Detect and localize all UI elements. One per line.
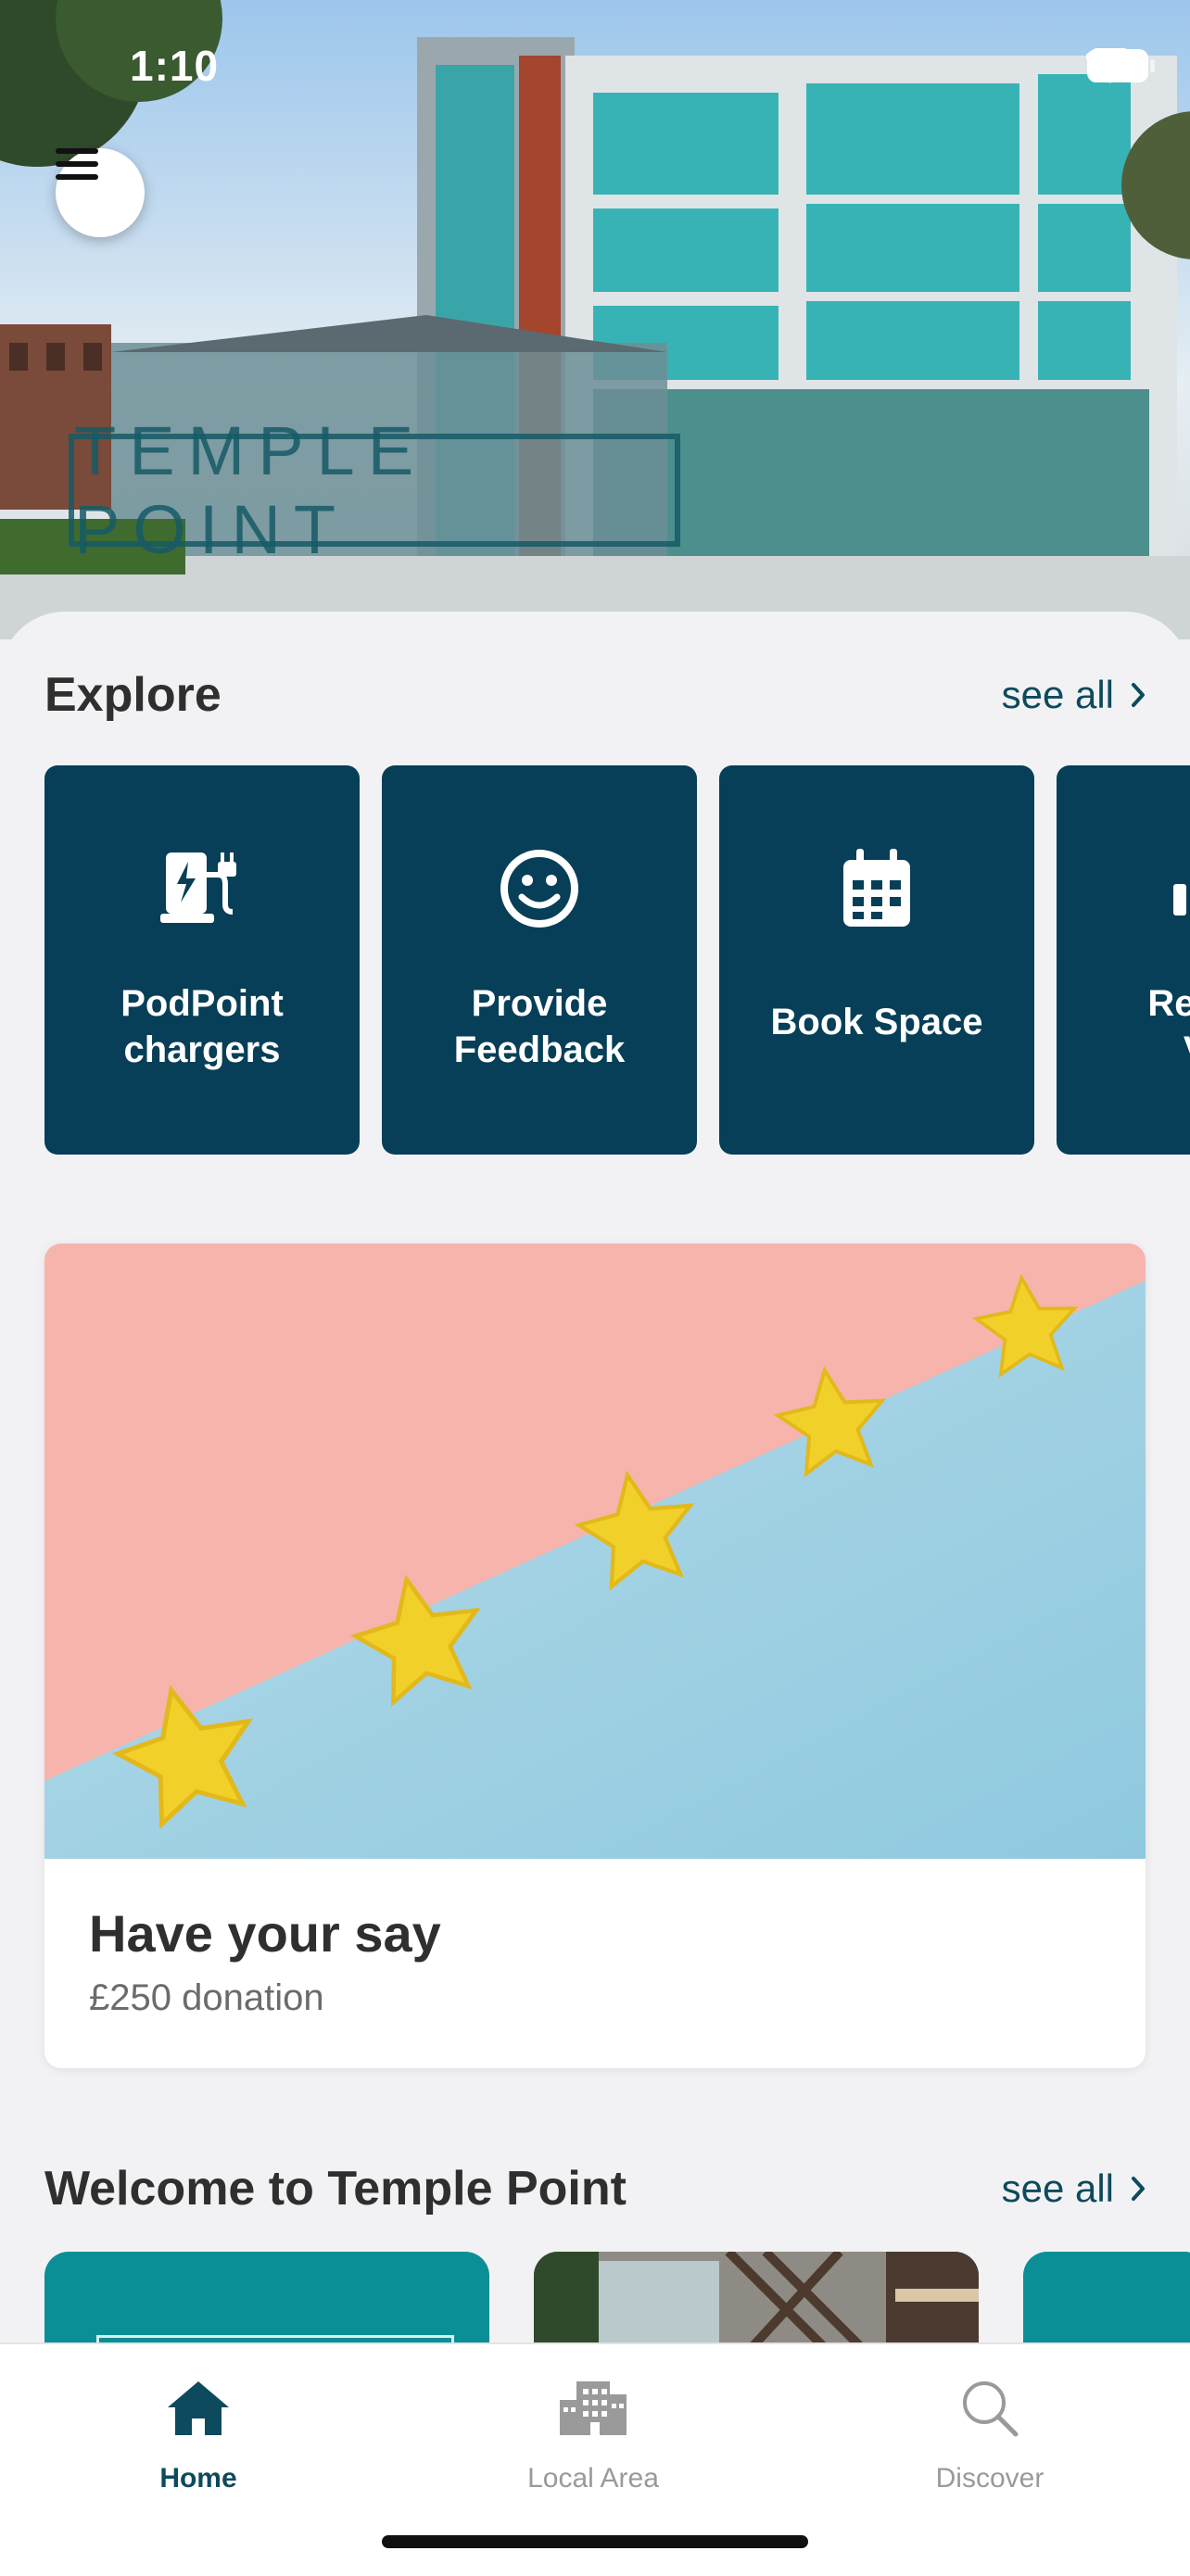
- tab-label: Local Area: [527, 2463, 659, 2494]
- lobby-photo: [534, 2252, 979, 2344]
- stars-image: [44, 1244, 1146, 1859]
- tile-label: Reg Vi: [1147, 983, 1190, 1070]
- ev-charger-icon: [160, 847, 244, 935]
- see-all-label: see all: [1001, 673, 1114, 716]
- explore-header: Explore see all: [44, 667, 1146, 723]
- tab-label: Home: [159, 2463, 237, 2494]
- content-sheet: Explore see all PodPoint chargers Provid…: [0, 612, 1190, 2344]
- welcome-card[interactable]: [44, 2252, 489, 2344]
- welcome-title: Welcome to Temple Point: [44, 2162, 627, 2216]
- card-subtitle: £250 donation: [89, 1977, 324, 2018]
- have-your-say-card[interactable]: Have your say £250 donation: [44, 1244, 1146, 2068]
- explore-see-all-link[interactable]: see all: [1002, 673, 1146, 717]
- home-icon: [166, 2380, 231, 2442]
- tile-book-space[interactable]: Book Space: [719, 765, 1034, 1155]
- tile-label: PodPoint chargers: [120, 983, 284, 1070]
- tile-register-visitor[interactable]: Reg Vi: [1057, 765, 1190, 1155]
- visitor-icon: [1173, 847, 1190, 935]
- chevron-right-icon: [1131, 673, 1146, 717]
- calendar-icon: [840, 847, 914, 935]
- tile-label: Provide Feedback: [453, 983, 626, 1070]
- hero-banner: TEMPLE POINT 1:10: [0, 0, 1190, 639]
- tile-provide-feedback[interactable]: Provide Feedback: [382, 765, 697, 1155]
- welcome-card[interactable]: [534, 2252, 979, 2344]
- status-time: 1:10: [130, 42, 220, 90]
- tile-podpoint-chargers[interactable]: PodPoint chargers: [44, 765, 360, 1155]
- explore-carousel[interactable]: PodPoint chargers Provide Feedback Book …: [44, 765, 1190, 1155]
- buildings-icon: [560, 2380, 627, 2440]
- tile-label: Book Space: [770, 1002, 983, 1042]
- menu-button[interactable]: [56, 148, 145, 237]
- card-title: Have your say: [89, 1904, 441, 1963]
- home-indicator: [382, 2535, 808, 2548]
- chevron-right-icon: [1131, 2166, 1146, 2211]
- explore-title: Explore: [44, 668, 222, 722]
- welcome-card[interactable]: [1023, 2252, 1190, 2344]
- search-icon: [960, 2379, 1019, 2443]
- see-all-label: see all: [1001, 2166, 1114, 2210]
- tab-discover[interactable]: Discover: [869, 2376, 1110, 2494]
- smiley-icon: [498, 847, 581, 935]
- tab-label: Discover: [935, 2463, 1044, 2494]
- building-sign: TEMPLE POINT: [69, 412, 680, 568]
- welcome-carousel[interactable]: [44, 2252, 1190, 2344]
- welcome-see-all-link[interactable]: see all: [1002, 2166, 1146, 2211]
- welcome-header: Welcome to Temple Point see all: [44, 2161, 1146, 2216]
- tab-home[interactable]: Home: [78, 2376, 319, 2494]
- tab-local-area[interactable]: Local Area: [473, 2376, 714, 2494]
